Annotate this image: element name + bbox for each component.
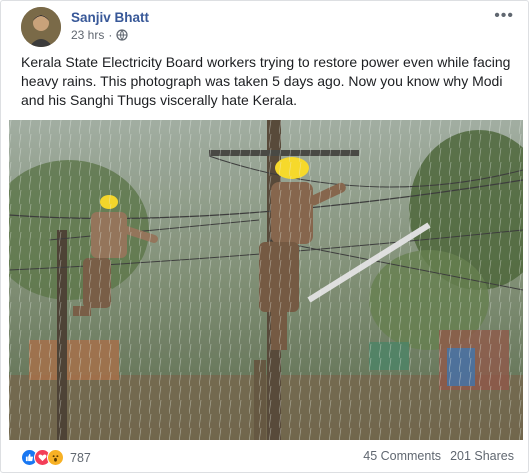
post-header: Sanjiv Bhatt 23 hrs · ••• (13, 7, 516, 47)
reactions-summary[interactable]: 787 (21, 449, 91, 466)
post-time[interactable]: 23 hrs (71, 28, 104, 42)
globe-icon (116, 29, 128, 41)
avatar-image (21, 7, 61, 47)
dot-separator: · (108, 28, 113, 42)
author-avatar[interactable] (21, 7, 61, 47)
post-footer: 787 45 Comments 201 Shares (13, 449, 516, 469)
shares-count[interactable]: 201 Shares (450, 449, 514, 463)
post-meta: 23 hrs · (71, 28, 128, 42)
post-text: Kerala State Electricity Board workers t… (21, 54, 511, 108)
ellipsis-icon[interactable]: ••• (494, 7, 514, 25)
reaction-count[interactable]: 787 (70, 451, 91, 465)
wow-icon (47, 449, 64, 466)
post-photo[interactable] (9, 120, 523, 440)
facebook-post: Sanjiv Bhatt 23 hrs · ••• Kerala State E… (0, 0, 529, 473)
photo-image (9, 120, 523, 440)
author-name[interactable]: Sanjiv Bhatt (71, 10, 149, 25)
engagement-stats: 45 Comments 201 Shares (363, 449, 514, 463)
comments-count[interactable]: 45 Comments (363, 449, 441, 463)
